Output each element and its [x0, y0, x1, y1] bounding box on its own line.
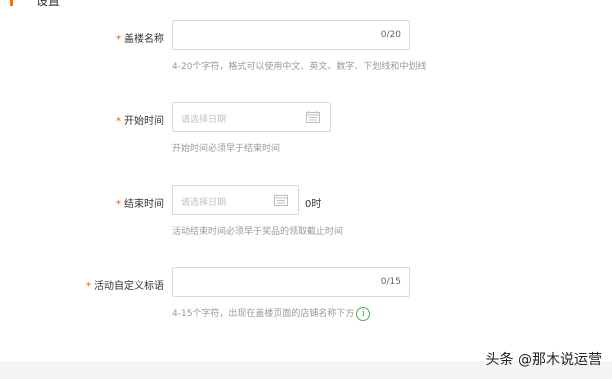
end-label: * 结束时间 [44, 195, 164, 210]
start-label-text: 开始时间 [124, 116, 164, 127]
end-time-suffix: 0时 [305, 199, 322, 210]
end-date-placeholder: 请选择日期 [181, 198, 227, 208]
watermark: 头条 @那木说运营 [485, 352, 602, 368]
calendar-icon[interactable] [306, 111, 320, 123]
custom-slogan-input[interactable]: 0/15 [172, 267, 410, 297]
required-mark: * [116, 116, 121, 127]
end-hint: 活动结束时间必须早于奖品的领取截止时间 [172, 227, 344, 237]
start-hint: 开始时间必须早于结束时间 [172, 144, 281, 154]
custom-char-counter: 0/15 [380, 277, 401, 287]
section-accent-bar [10, 0, 13, 6]
custom-label-text: 活动自定义标语 [94, 281, 164, 292]
start-label: * 开始时间 [44, 112, 164, 127]
custom-hint: 4-15个字符，出现在盖楼页面的店铺名称下方 i [172, 306, 371, 321]
name-label: * 盖楼名称 [44, 30, 164, 45]
name-hint: 4-20个字符，格式可以使用中文、英文、数字、下划线和中划线 [172, 62, 427, 72]
name-label-text: 盖楼名称 [124, 34, 164, 45]
section-title: 设置 [36, 0, 61, 8]
custom-hint-text: 4-15个字符，出现在盖楼页面的店铺名称下方 [172, 309, 355, 319]
end-date-picker[interactable]: 请选择日期 [172, 185, 299, 215]
info-icon[interactable]: i [356, 306, 371, 321]
required-mark: * [116, 199, 121, 210]
name-input[interactable]: 0/20 [172, 20, 410, 50]
required-mark: * [116, 34, 121, 45]
name-char-counter: 0/20 [380, 30, 401, 40]
calendar-icon[interactable] [274, 194, 288, 206]
custom-label: * 活动自定义标语 [44, 277, 164, 292]
start-date-placeholder: 请选择日期 [181, 115, 227, 125]
start-date-picker[interactable]: 请选择日期 [172, 102, 331, 132]
end-label-text: 结束时间 [124, 199, 164, 210]
required-mark: * [86, 281, 91, 292]
